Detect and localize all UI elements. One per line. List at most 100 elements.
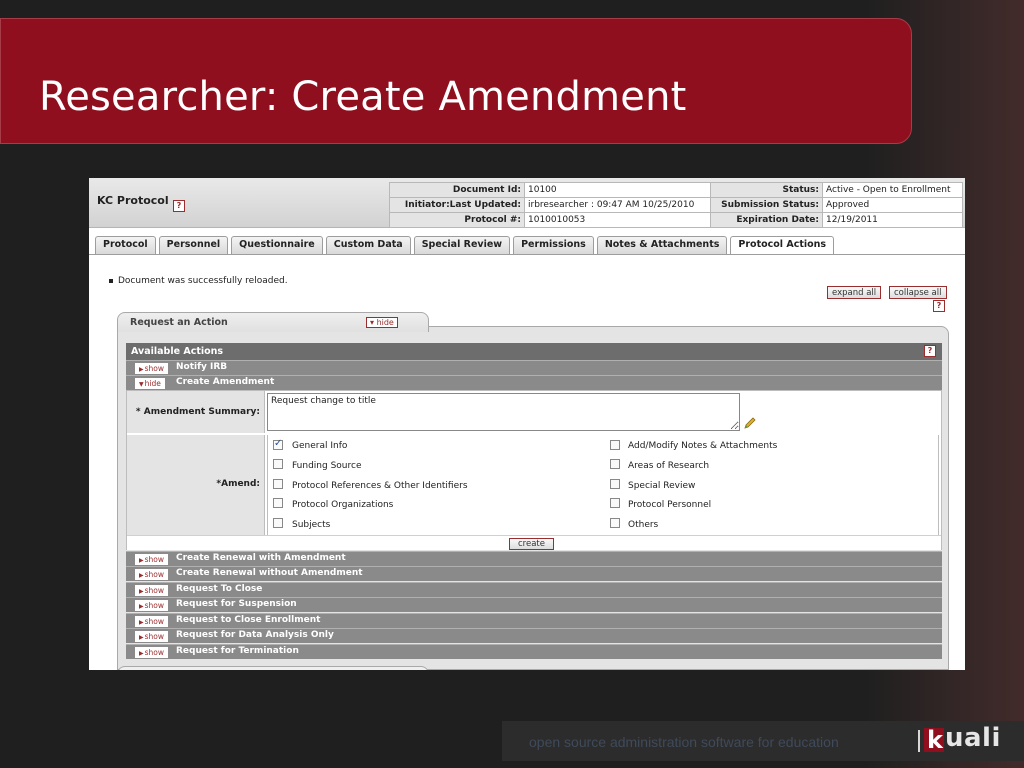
amendment-summary-input[interactable]: Request change to title	[267, 393, 740, 431]
action-label: Notify IRB	[176, 362, 228, 372]
checkbox-notes-attachments[interactable]	[610, 440, 620, 450]
option-label: Special Review	[628, 481, 696, 491]
available-actions-label: Available Actions	[131, 346, 224, 357]
help-icon[interactable]: ?	[173, 200, 185, 212]
slide-title-bar: Researcher: Create Amendment	[0, 18, 912, 144]
tab-notes-attachments[interactable]: Notes & Attachments	[596, 236, 728, 254]
toggle-label: show	[144, 648, 165, 657]
show-toggle-button[interactable]: ▶show	[135, 569, 169, 580]
kuali-logo: k uali	[924, 723, 1020, 755]
tab-protocol[interactable]: Protocol	[95, 236, 156, 254]
next-panel-tab	[117, 666, 429, 670]
tab-protocol-actions[interactable]: Protocol Actions	[730, 236, 835, 255]
action-row-request-for-suspension: ▶show Request for Suspension	[126, 597, 942, 612]
document-tabs: Protocol Personnel Questionnaire Custom …	[95, 236, 837, 255]
action-row-notify-irb: ▶show Notify IRB	[126, 360, 942, 375]
checkbox-others[interactable]	[610, 518, 620, 528]
initiator-label: Initiator:Last Updated:	[389, 197, 525, 213]
option-label: Protocol References & Other Identifiers	[292, 481, 468, 491]
show-toggle-button[interactable]: ▶show	[135, 554, 169, 565]
create-button[interactable]: create	[509, 538, 554, 550]
tab-custom-data[interactable]: Custom Data	[325, 236, 411, 254]
checkbox-subjects[interactable]	[273, 518, 283, 528]
amendment-summary-label: * Amendment Summary:	[127, 391, 265, 433]
option-label: Protocol Personnel	[628, 500, 712, 510]
checkbox-protocol-organizations[interactable]	[273, 498, 283, 508]
action-label: Create Amendment	[176, 377, 275, 387]
submission-status-label: Submission Status:	[710, 197, 823, 213]
triangle-right-icon: ▶	[139, 366, 144, 373]
document-title: KC Protocol	[97, 194, 169, 207]
action-label: Request for Suspension	[176, 599, 297, 609]
triangle-right-icon: ▶	[139, 588, 144, 595]
status-label: Status:	[710, 182, 823, 198]
status-message: Document was successfully reloaded.	[109, 276, 288, 286]
show-toggle-button[interactable]: ▶show	[135, 600, 169, 611]
tab-questionnaire[interactable]: Questionnaire	[231, 236, 323, 254]
document-header: KC Protocol ? Document Id: 10100 Status:…	[89, 178, 965, 228]
slide-footer: open source administration software for …	[502, 721, 1024, 761]
tab-special-review[interactable]: Special Review	[413, 236, 511, 254]
action-label: Request To Close	[176, 584, 263, 594]
show-toggle-button[interactable]: ▶show	[135, 363, 169, 374]
help-icon[interactable]: ?	[933, 300, 945, 312]
available-actions-header: Available Actions ?	[126, 343, 942, 360]
triangle-down-icon: ▾	[370, 318, 375, 327]
action-row-renewal-without-amendment: ▶show Create Renewal without Amendment	[126, 566, 942, 581]
option-label: General Info	[292, 441, 348, 451]
action-label: Create Renewal without Amendment	[176, 568, 363, 578]
action-row-create-amendment: ▼hide Create Amendment	[126, 375, 942, 390]
checkbox-areas-of-research[interactable]	[610, 459, 620, 469]
toggle-label: show	[144, 632, 165, 641]
option-label: Funding Source	[292, 461, 362, 471]
footer-divider	[918, 730, 920, 752]
collapse-all-button[interactable]: collapse all	[889, 286, 947, 299]
action-label: Request for Data Analysis Only	[176, 630, 334, 640]
tab-personnel[interactable]: Personnel	[158, 236, 229, 254]
document-info-table: Document Id: 10100 Status: Active - Open…	[389, 182, 963, 228]
document-id-value: 10100	[524, 182, 711, 198]
checkbox-funding-source[interactable]	[273, 459, 283, 469]
expand-all-button[interactable]: expand all	[827, 286, 882, 299]
expiration-date-value: 12/19/2011	[822, 212, 963, 228]
panel-hide-button[interactable]: ▾ hide	[366, 317, 398, 328]
toggle-label: show	[144, 601, 165, 610]
toggle-label: show	[144, 570, 165, 579]
checkbox-protocol-references[interactable]	[273, 479, 283, 489]
action-row-renewal-with-amendment: ▶show Create Renewal with Amendment	[126, 551, 942, 566]
tab-permissions[interactable]: Permissions	[513, 236, 594, 254]
toggle-label: show	[144, 617, 165, 626]
show-toggle-button[interactable]: ▶show	[135, 616, 169, 627]
checkbox-special-review[interactable]	[610, 479, 620, 489]
tab-divider	[89, 254, 965, 255]
status-value: Active - Open to Enrollment	[822, 182, 963, 198]
bullet-icon	[109, 278, 113, 283]
protocol-number-label: Protocol #:	[389, 212, 525, 228]
action-row-request-close-enrollment: ▶show Request to Close Enrollment	[126, 613, 942, 628]
triangle-right-icon: ▶	[139, 557, 144, 564]
show-toggle-button[interactable]: ▶show	[135, 647, 169, 658]
action-row-request-termination: ▶show Request for Termination	[126, 644, 942, 659]
triangle-right-icon: ▶	[139, 619, 144, 626]
document-id-label: Document Id:	[389, 182, 525, 198]
option-label: Protocol Organizations	[292, 500, 394, 510]
checkbox-protocol-personnel[interactable]	[610, 498, 620, 508]
submission-status-value: Approved	[822, 197, 963, 213]
toggle-label: show	[144, 586, 165, 595]
hide-toggle-button[interactable]: ▼hide	[135, 378, 165, 389]
kuali-logo-k: k	[927, 726, 943, 754]
app-screenshot: KC Protocol ? Document Id: 10100 Status:…	[89, 178, 965, 670]
option-label: Others	[628, 520, 659, 530]
amend-label: *Amend:	[127, 435, 265, 535]
action-label: Create Renewal with Amendment	[176, 553, 346, 563]
amend-options-area: General Info Funding Source Protocol Ref…	[267, 435, 939, 535]
checkbox-general-info[interactable]	[273, 438, 283, 450]
action-label: Request for Termination	[176, 646, 299, 656]
pencil-icon[interactable]	[743, 416, 757, 430]
kuali-logo-mark: k	[924, 726, 944, 754]
help-icon[interactable]: ?	[924, 345, 936, 357]
show-toggle-button[interactable]: ▶show	[135, 631, 169, 642]
show-toggle-button[interactable]: ▶show	[135, 585, 169, 596]
footer-tagline: open source administration software for …	[529, 734, 839, 750]
request-action-tab-label: Request an Action	[130, 317, 228, 328]
